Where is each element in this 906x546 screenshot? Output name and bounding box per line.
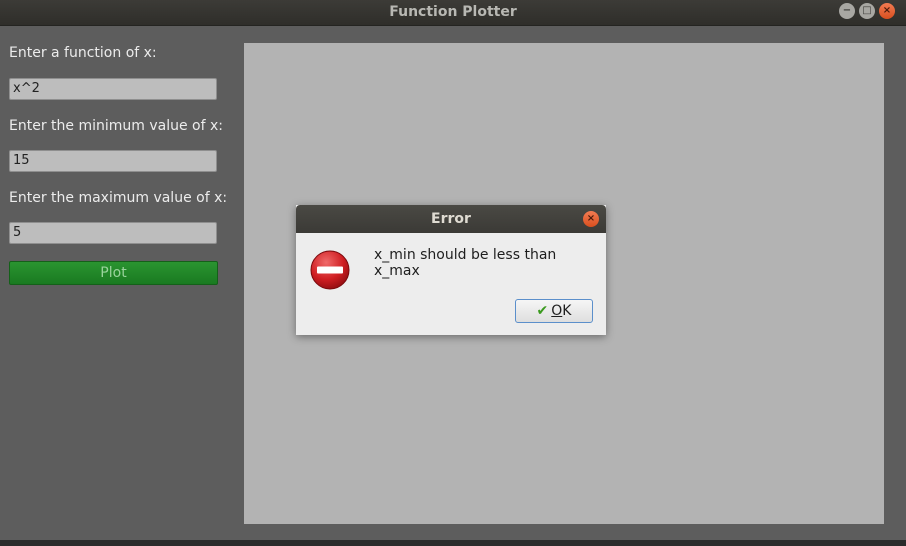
window-titlebar[interactable]: Function Plotter − □ × (0, 0, 906, 26)
window-title: Function Plotter (389, 4, 517, 20)
plot-button[interactable]: Plot (9, 261, 218, 285)
dialog-title: Error (431, 211, 471, 227)
error-dialog: Error × x_min should be less than x_max … (296, 205, 606, 335)
min-x-input[interactable]: 15 (9, 150, 217, 172)
minimize-icon[interactable]: − (839, 3, 855, 19)
ok-accelerator: O (551, 303, 563, 319)
check-icon: ✔ (536, 303, 549, 319)
ok-button[interactable]: ✔ OK (515, 299, 593, 323)
window-bottom-border (0, 540, 906, 546)
max-x-input[interactable]: 5 (9, 222, 217, 244)
min-x-label: Enter the minimum value of x: (9, 118, 223, 134)
maximize-icon[interactable]: □ (859, 3, 875, 19)
dialog-message: x_min should be less than x_max (374, 247, 557, 279)
ok-label: K (562, 303, 572, 319)
function-label: Enter a function of x: (9, 45, 157, 61)
error-icon (310, 250, 350, 290)
close-icon[interactable]: × (879, 3, 895, 19)
dialog-titlebar[interactable]: Error × (296, 205, 606, 233)
dialog-close-icon[interactable]: × (583, 211, 599, 227)
function-input[interactable]: x^2 (9, 78, 217, 100)
max-x-label: Enter the maximum value of x: (9, 190, 228, 206)
